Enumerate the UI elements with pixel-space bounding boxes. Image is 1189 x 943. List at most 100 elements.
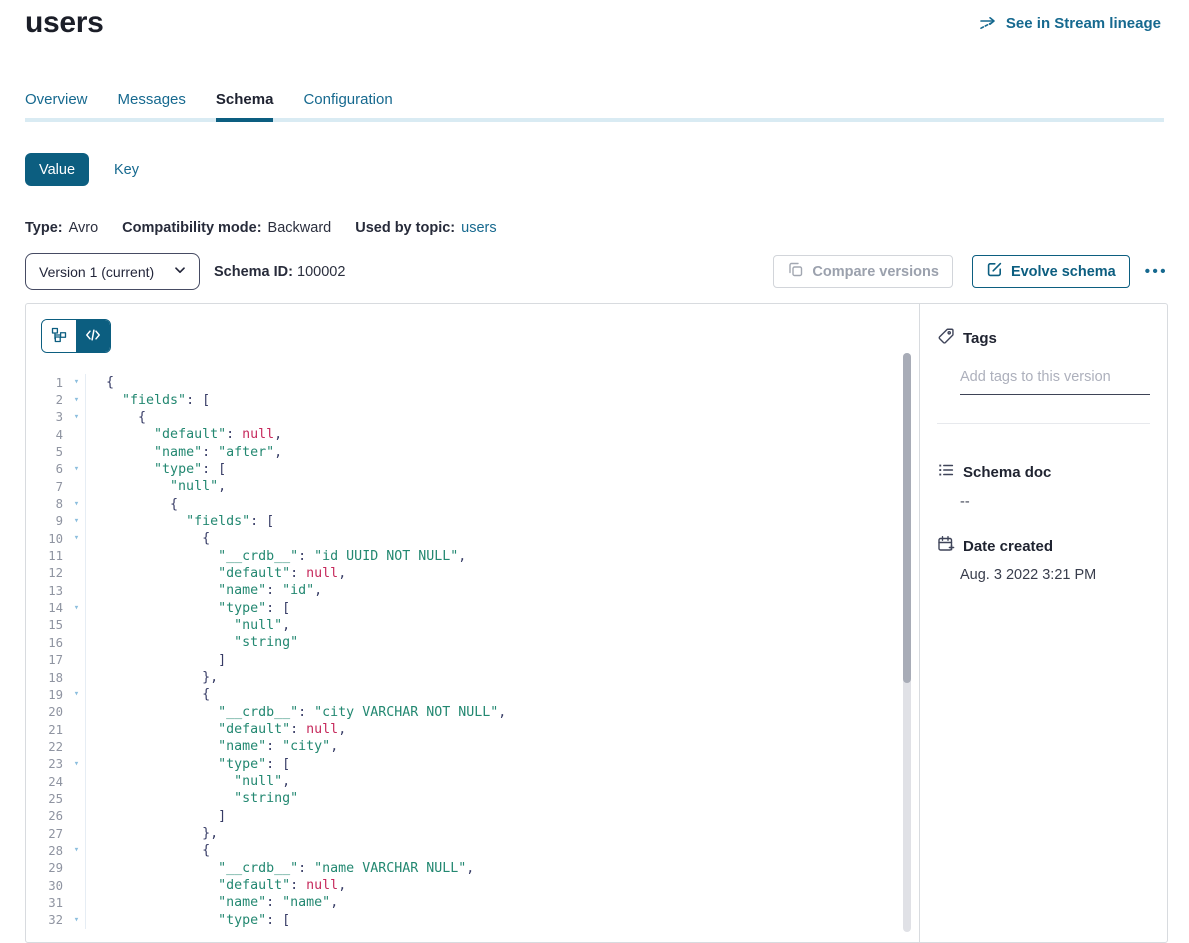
line-number: 23 (26, 757, 68, 771)
tab-messages[interactable]: Messages (118, 91, 186, 108)
code-line-text: "string" (86, 791, 298, 806)
code-line: 8▾ { (26, 495, 919, 512)
line-number: 20 (26, 705, 68, 719)
code-line: 23▾ "type": [ (26, 756, 919, 773)
line-number: 7 (26, 480, 68, 494)
code-line: 6▾ "type": [ (26, 461, 919, 478)
version-select[interactable]: Version 1 (current) (25, 253, 200, 290)
code-line: 22 "name": "city", (26, 738, 919, 755)
code-line: 16 "string" (26, 634, 919, 651)
tab-overview[interactable]: Overview (25, 91, 88, 108)
stream-lineage-link[interactable]: See in Stream lineage (979, 15, 1161, 32)
line-number: 2 (26, 393, 68, 407)
fold-toggle-icon[interactable]: ▾ (68, 690, 85, 699)
code-line: 21 "default": null, (26, 721, 919, 738)
fold-toggle-icon[interactable]: ▾ (68, 396, 85, 405)
topic-link[interactable]: users (461, 220, 496, 236)
line-number: 21 (26, 723, 68, 737)
line-number: 6 (26, 462, 68, 476)
code-line: 10▾ { (26, 530, 919, 547)
code-line-text: { (86, 843, 210, 858)
line-number: 9 (26, 514, 68, 528)
line-number: 5 (26, 445, 68, 459)
code-line: 4 "default": null, (26, 426, 919, 443)
line-number: 1 (26, 376, 68, 390)
more-options-button[interactable]: ••• (1145, 263, 1168, 280)
code-line: 19▾ { (26, 686, 919, 703)
fold-toggle-icon[interactable]: ▾ (68, 916, 85, 925)
tab-underline-track (25, 118, 1164, 122)
code-line-text: { (86, 687, 210, 702)
tree-view-button[interactable] (42, 320, 76, 352)
evolve-schema-button[interactable]: Evolve schema (972, 255, 1130, 288)
fold-toggle-icon[interactable]: ▾ (68, 604, 85, 613)
line-number: 19 (26, 688, 68, 702)
line-number: 10 (26, 532, 68, 546)
code-view-button[interactable] (76, 320, 110, 352)
fold-toggle-icon[interactable]: ▾ (68, 413, 85, 422)
schema-id: Schema ID: 100002 (214, 264, 345, 280)
compare-versions-label: Compare versions (812, 264, 939, 280)
line-number: 26 (26, 809, 68, 823)
code-line-text: "fields": [ (86, 393, 210, 408)
copy-icon (787, 261, 804, 282)
schema-doc-section: Schema doc -- (937, 461, 1151, 510)
code-line-text: "__crdb__": "id UUID NOT NULL", (86, 549, 466, 564)
line-number: 25 (26, 792, 68, 806)
tab-configuration[interactable]: Configuration (303, 91, 392, 108)
code-line-text: "fields": [ (86, 514, 274, 529)
code-line-text: "__crdb__": "name VARCHAR NULL", (86, 861, 474, 876)
line-number: 24 (26, 775, 68, 789)
tags-title: Tags (963, 330, 997, 347)
code-line-text: "null", (86, 479, 226, 494)
tab-schema[interactable]: Schema (216, 91, 274, 108)
line-number: 3 (26, 410, 68, 424)
line-number: 13 (26, 584, 68, 598)
code-line-text: ] (86, 653, 226, 668)
code-line-text: "name": "id", (86, 583, 322, 598)
schema-meta-row: Type: Avro Compatibility mode: Backward … (25, 220, 497, 236)
code-scrollbar-thumb[interactable] (903, 353, 911, 683)
fold-toggle-icon[interactable]: ▾ (68, 534, 85, 543)
line-number: 18 (26, 671, 68, 685)
schema-doc-title: Schema doc (963, 464, 1051, 481)
calendar-plus-icon (937, 535, 955, 558)
fold-toggle-icon[interactable]: ▾ (68, 517, 85, 526)
line-number: 16 (26, 636, 68, 650)
schema-doc-value: -- (960, 494, 1151, 510)
type-value: Avro (69, 220, 99, 236)
code-line-text: ] (86, 809, 226, 824)
code-line-text: "string" (86, 635, 298, 650)
schema-sidebar: Tags Schema doc -- (920, 304, 1167, 942)
code-line: 32▾ "type": [ (26, 912, 919, 929)
tag-icon (937, 327, 955, 350)
code-line-text: "type": [ (86, 462, 226, 477)
line-number: 32 (26, 913, 68, 927)
line-number: 4 (26, 428, 68, 442)
fold-toggle-icon[interactable]: ▾ (68, 760, 85, 769)
fold-toggle-icon[interactable]: ▾ (68, 500, 85, 509)
tags-input[interactable] (960, 365, 1150, 395)
line-number: 22 (26, 740, 68, 754)
fold-toggle-icon[interactable]: ▾ (68, 378, 85, 387)
code-line-text: "__crdb__": "city VARCHAR NOT NULL", (86, 705, 506, 720)
code-line: 9▾ "fields": [ (26, 513, 919, 530)
code-line-text: { (86, 497, 178, 512)
schema-id-value: 100002 (297, 264, 345, 280)
fold-toggle-icon[interactable]: ▾ (68, 846, 85, 855)
code-line: 24 "null", (26, 773, 919, 790)
evolve-schema-label: Evolve schema (1011, 264, 1116, 280)
chevron-down-icon (172, 262, 188, 281)
compatibility-label: Compatibility mode: (122, 220, 261, 236)
fold-toggle-icon[interactable]: ▾ (68, 465, 85, 474)
compare-versions-button[interactable]: Compare versions (773, 255, 953, 288)
code-line-text: "type": [ (86, 757, 290, 772)
code-line-text: "type": [ (86, 601, 290, 616)
code-line: 7 "null", (26, 478, 919, 495)
code-line-text: "null", (86, 618, 290, 633)
key-toggle-button[interactable]: Key (114, 162, 139, 178)
value-key-toggle: Value Key (25, 153, 139, 186)
value-toggle-button[interactable]: Value (25, 153, 89, 186)
schema-panel: 1▾{2▾ "fields": [3▾ {4 "default": null,5… (25, 303, 1168, 943)
code-scrollbar-track[interactable] (903, 353, 911, 932)
